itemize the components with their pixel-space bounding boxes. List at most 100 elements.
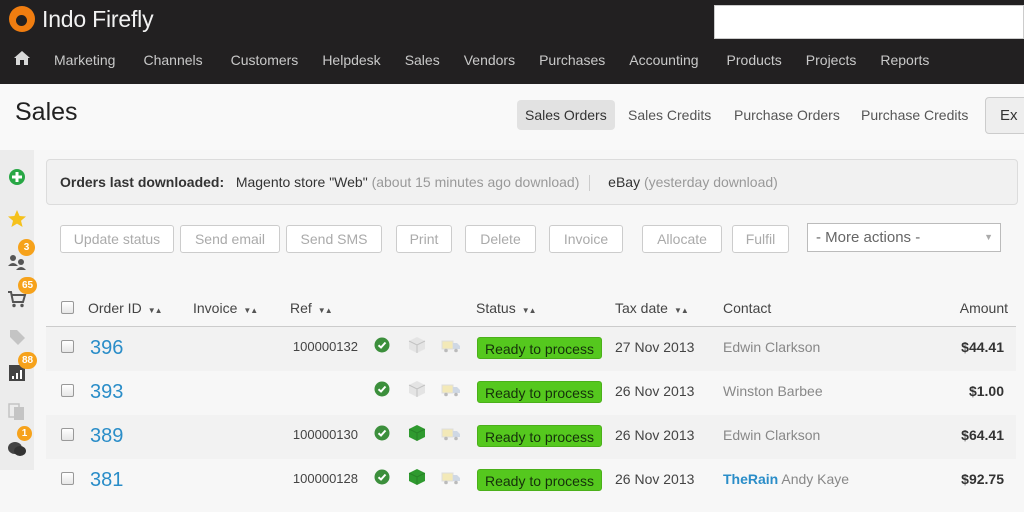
contact-cell: TheRain Andy Kaye bbox=[723, 471, 849, 487]
tax-date: 26 Nov 2013 bbox=[615, 383, 695, 399]
status-badge[interactable]: Ready to process bbox=[477, 337, 602, 359]
delete-button[interactable]: Delete bbox=[465, 225, 536, 253]
sidebar-item-add[interactable] bbox=[0, 160, 34, 194]
download-info-bar: Orders last downloaded: Magento store "W… bbox=[46, 159, 1018, 205]
column-invoice[interactable]: Invoice ▼▲ bbox=[193, 290, 258, 326]
contact-cell: Edwin Clarkson bbox=[723, 427, 820, 443]
home-icon[interactable] bbox=[13, 50, 33, 71]
payment-paid-icon bbox=[374, 425, 390, 446]
table-row[interactable]: 396 100000132 Ready to process 27 Nov 2013 E… bbox=[46, 327, 1016, 371]
nav-purchases[interactable]: Purchases bbox=[539, 52, 605, 68]
print-button[interactable]: Print bbox=[396, 225, 452, 253]
add-icon bbox=[9, 169, 25, 185]
nav-sales[interactable]: Sales bbox=[405, 52, 440, 68]
column-amount: Amount bbox=[959, 300, 1008, 316]
tax-date: 27 Nov 2013 bbox=[615, 339, 695, 355]
nav-vendors[interactable]: Vendors bbox=[464, 52, 515, 68]
send-sms-button[interactable]: Send SMS bbox=[286, 225, 382, 253]
status-badge[interactable]: Ready to process bbox=[477, 469, 602, 491]
invoice-button[interactable]: Invoice bbox=[549, 225, 623, 253]
payment-paid-icon bbox=[374, 469, 390, 490]
status-badge[interactable]: Ready to process bbox=[477, 425, 602, 447]
app-logo[interactable]: Indo Firefly bbox=[9, 5, 154, 32]
table-row[interactable]: 381 100000128 Ready to process 26 Nov 2013 T… bbox=[46, 459, 1016, 503]
stock-grey-icon bbox=[408, 380, 426, 403]
shipping-truck-icon bbox=[441, 427, 461, 446]
column-tax-date[interactable]: Tax date ▼▲ bbox=[615, 290, 689, 326]
column-status[interactable]: Status ▼▲ bbox=[476, 290, 537, 326]
order-id-link[interactable]: 396 bbox=[90, 337, 123, 360]
more-actions-select[interactable]: - More actions - ▼ bbox=[807, 223, 1001, 252]
shipping-truck-icon bbox=[441, 383, 461, 402]
order-amount: $44.41 bbox=[961, 339, 1004, 355]
contact-name[interactable]: Winston Barbee bbox=[723, 383, 823, 399]
row-checkbox[interactable] bbox=[61, 384, 74, 397]
row-checkbox[interactable] bbox=[61, 340, 74, 353]
sort-icon[interactable]: ▼▲ bbox=[674, 306, 689, 315]
quick-sidebar: 3 65 88 1 bbox=[0, 150, 38, 470]
nav-helpdesk[interactable]: Helpdesk bbox=[322, 52, 380, 68]
order-id-link[interactable]: 389 bbox=[90, 425, 123, 448]
top-bar: Indo Firefly Marketing Channels Customer… bbox=[0, 0, 1024, 84]
update-status-button[interactable]: Update status bbox=[60, 225, 174, 253]
row-checkbox[interactable] bbox=[61, 472, 74, 485]
sort-icon[interactable]: ▼▲ bbox=[148, 306, 163, 315]
send-email-button[interactable]: Send email bbox=[180, 225, 280, 253]
fulfil-button[interactable]: Fulfil bbox=[732, 225, 789, 253]
divider bbox=[589, 175, 591, 192]
order-ref: 100000130 bbox=[292, 427, 358, 442]
tab-purchase-credits[interactable]: Purchase Credits bbox=[853, 100, 976, 130]
stock-green-icon bbox=[408, 424, 426, 447]
select-all-checkbox[interactable] bbox=[61, 301, 74, 314]
source-ebay[interactable]: eBay bbox=[608, 174, 640, 190]
tax-date: 26 Nov 2013 bbox=[615, 427, 695, 443]
column-order-id[interactable]: Order ID ▼▲ bbox=[88, 290, 163, 326]
contact-name[interactable]: Andy Kaye bbox=[781, 471, 849, 487]
main-nav: Marketing Channels Customers Helpdesk Sa… bbox=[0, 44, 929, 76]
sort-icon[interactable]: ▼▲ bbox=[318, 306, 333, 315]
order-id-link[interactable]: 393 bbox=[90, 381, 123, 404]
sidebar-item-favorites[interactable] bbox=[0, 202, 34, 236]
app-name: Indo Firefly bbox=[42, 5, 154, 32]
search-input[interactable] bbox=[714, 5, 1024, 39]
contact-name[interactable]: Edwin Clarkson bbox=[723, 427, 820, 443]
column-ref[interactable]: Ref ▼▲ bbox=[290, 290, 333, 326]
nav-marketing[interactable]: Marketing bbox=[54, 52, 115, 68]
chat-badge: 1 bbox=[17, 426, 32, 441]
more-actions-value: - More actions - bbox=[816, 229, 921, 246]
sort-icon[interactable]: ▼▲ bbox=[243, 306, 258, 315]
row-checkbox[interactable] bbox=[61, 428, 74, 441]
order-amount: $92.75 bbox=[961, 471, 1004, 487]
nav-customers[interactable]: Customers bbox=[231, 52, 299, 68]
sort-icon[interactable]: ▼▲ bbox=[522, 306, 537, 315]
company-link[interactable]: TheRain bbox=[723, 471, 778, 487]
logo-icon bbox=[9, 6, 35, 32]
allocate-button[interactable]: Allocate bbox=[642, 225, 722, 253]
status-badge[interactable]: Ready to process bbox=[477, 381, 602, 403]
contact-name[interactable]: Edwin Clarkson bbox=[723, 339, 820, 355]
tab-sales-credits[interactable]: Sales Credits bbox=[620, 100, 719, 130]
sidebar-item-tags[interactable] bbox=[0, 320, 34, 354]
table-row[interactable]: 393 Ready to process 26 Nov 2013 Winston Ba… bbox=[46, 371, 1016, 415]
nav-projects[interactable]: Projects bbox=[806, 52, 857, 68]
page-header: Sales Sales Orders Sales Credits Purchas… bbox=[0, 84, 1024, 150]
tab-export[interactable]: Ex bbox=[985, 97, 1024, 134]
column-invoice-label: Invoice bbox=[193, 300, 238, 316]
nav-products[interactable]: Products bbox=[727, 52, 782, 68]
payment-paid-icon bbox=[374, 337, 390, 358]
contact-cell: Winston Barbee bbox=[723, 383, 823, 399]
download-info-label: Orders last downloaded: bbox=[60, 174, 225, 190]
nav-accounting[interactable]: Accounting bbox=[629, 52, 698, 68]
chat-icon bbox=[8, 442, 26, 456]
column-status-label: Status bbox=[476, 300, 516, 316]
source-magento[interactable]: Magento store "Web" bbox=[236, 174, 368, 190]
tab-purchase-orders[interactable]: Purchase Orders bbox=[726, 100, 848, 130]
tab-sales-orders[interactable]: Sales Orders bbox=[517, 100, 615, 130]
nav-channels[interactable]: Channels bbox=[143, 52, 202, 68]
payment-paid-icon bbox=[374, 381, 390, 402]
table-row[interactable]: 389 100000130 Ready to process 26 Nov 2013 E… bbox=[46, 415, 1016, 459]
sidebar-item-copy[interactable] bbox=[0, 394, 34, 428]
reports-badge: 88 bbox=[18, 352, 38, 369]
order-id-link[interactable]: 381 bbox=[90, 469, 123, 492]
nav-reports[interactable]: Reports bbox=[880, 52, 929, 68]
